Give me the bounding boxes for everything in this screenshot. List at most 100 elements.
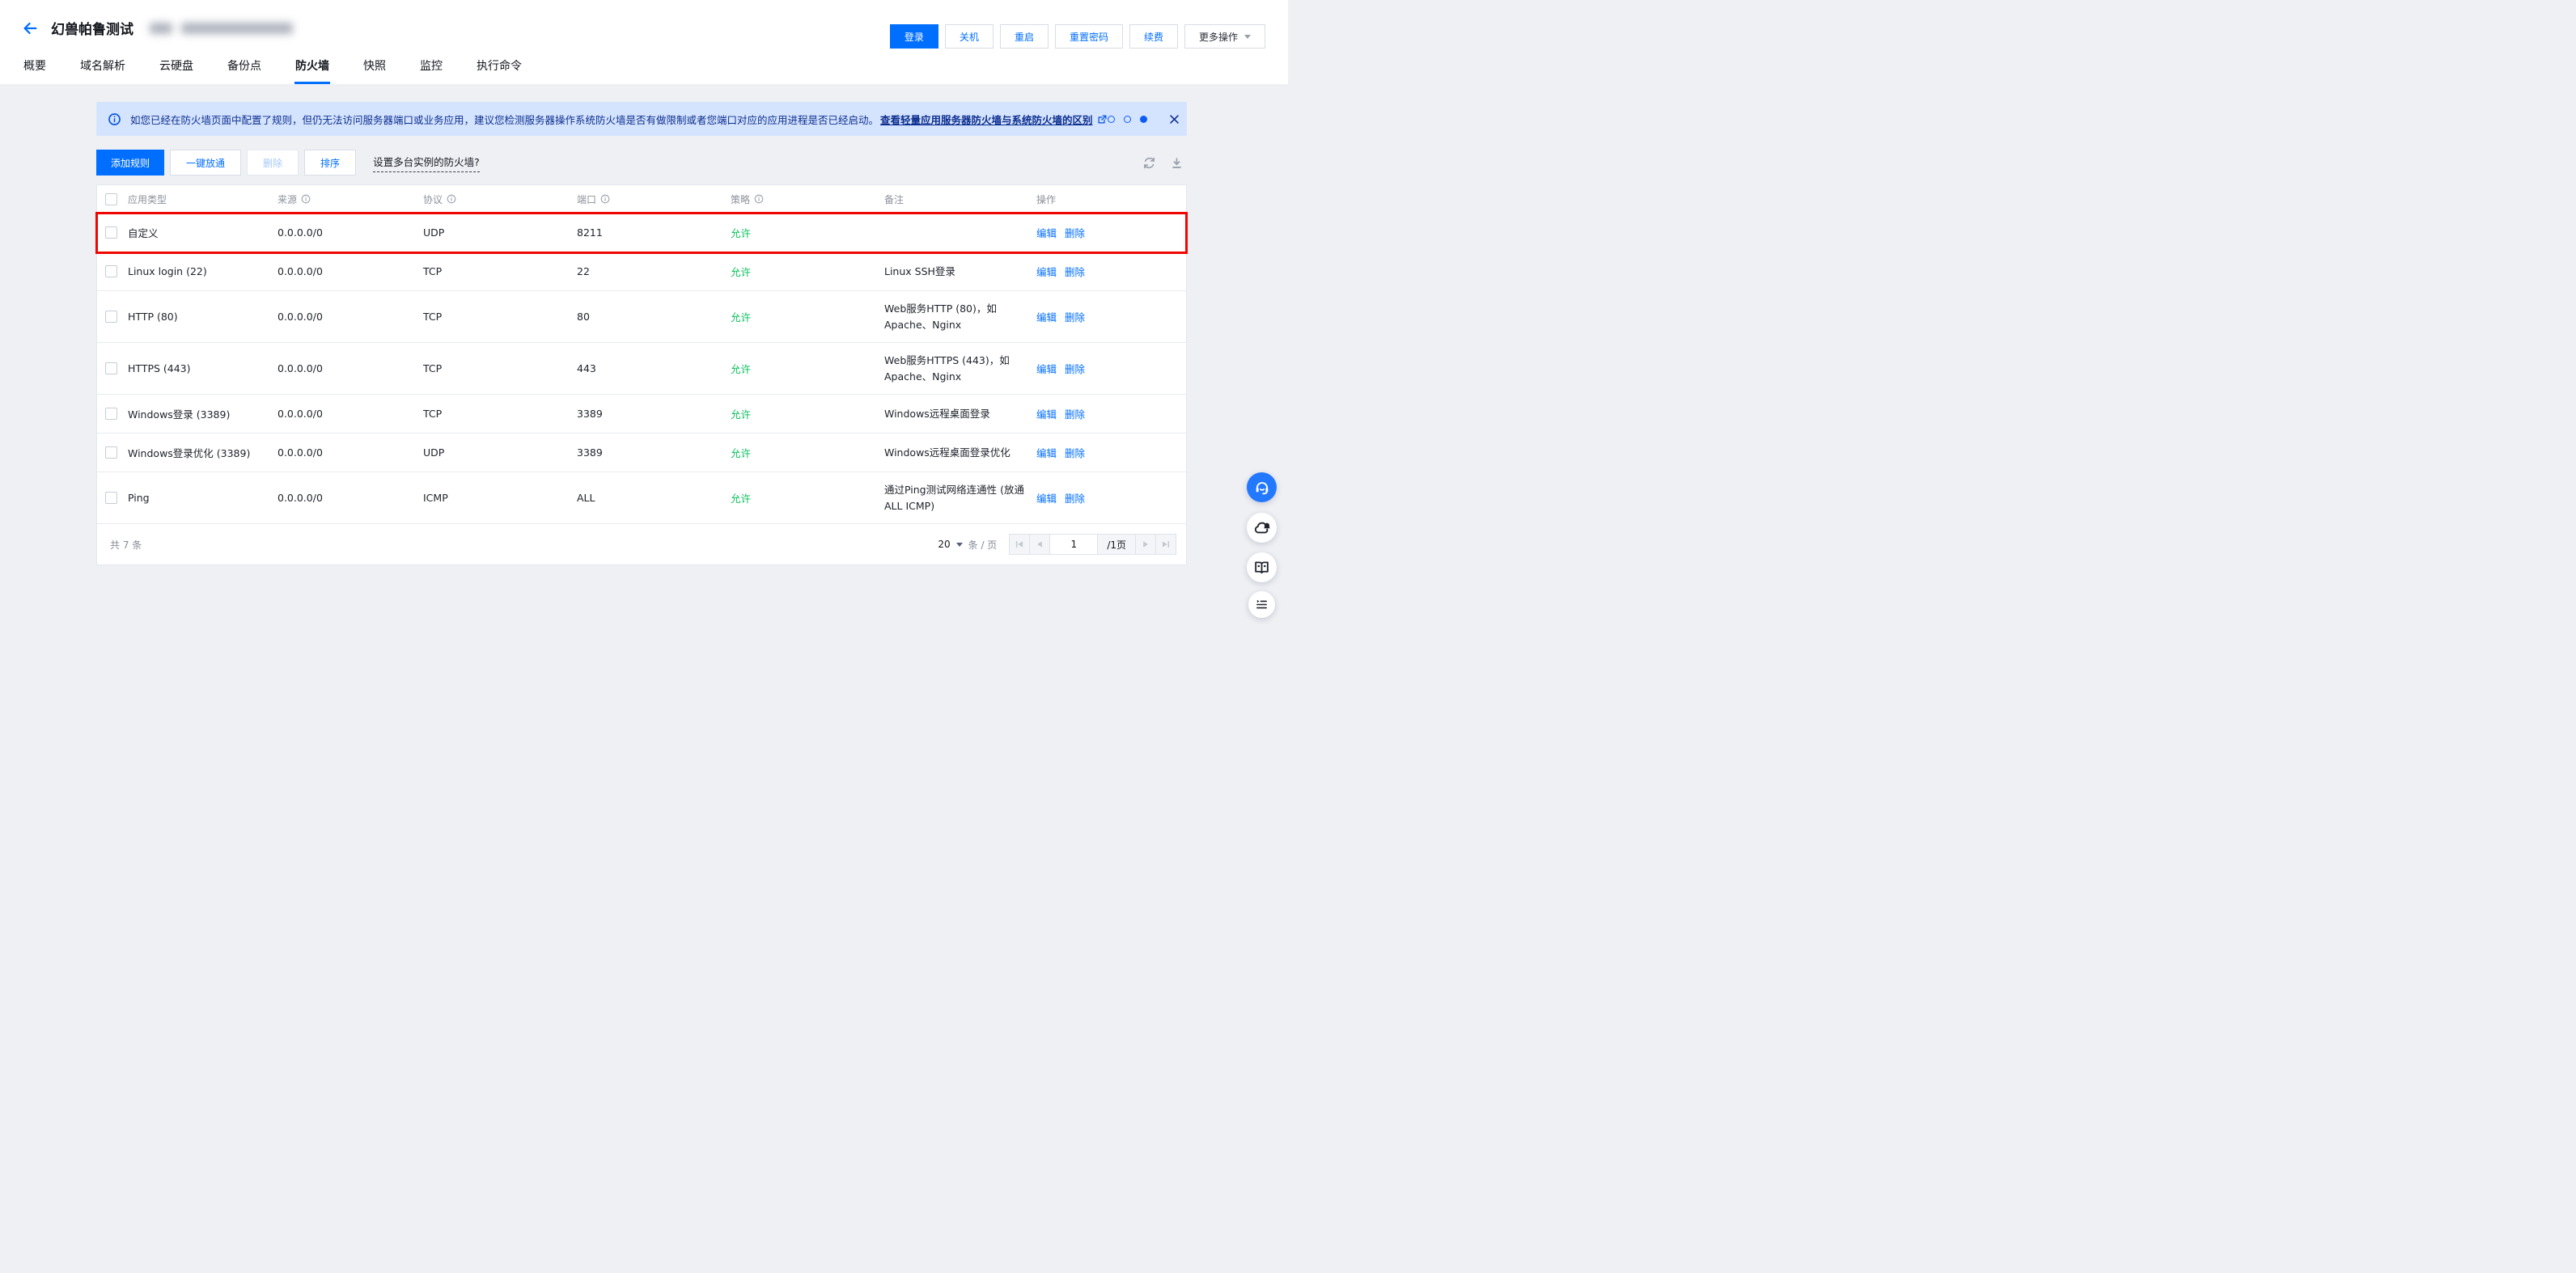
edit-link[interactable]: 编辑	[1036, 225, 1057, 240]
tab-snapshot[interactable]: 快照	[362, 57, 387, 84]
prev-page-button[interactable]	[1029, 534, 1050, 555]
table-row: HTTP (80)0.0.0.0/0TCP80允许Web服务HTTP (80)，…	[97, 291, 1186, 343]
delete-link[interactable]: 删除	[1065, 309, 1085, 324]
remark-cell: Windows远程桌面登录	[884, 406, 1036, 422]
tab-cloud-disk[interactable]: 云硬盘	[159, 57, 194, 84]
tab-command[interactable]: 执行命令	[476, 57, 523, 84]
page-input[interactable]	[1049, 534, 1098, 555]
total-count: 共 7 条	[110, 538, 142, 552]
row-checkbox-cell	[97, 492, 128, 504]
allow-all-button[interactable]: 一键放通	[170, 150, 241, 176]
row-checkbox[interactable]	[105, 226, 117, 239]
port-cell-text: ALL	[577, 492, 595, 504]
row-checkbox[interactable]	[105, 408, 117, 420]
column-header-label: 端口	[577, 192, 610, 206]
row-checkbox[interactable]	[105, 446, 117, 459]
select-all-checkbox[interactable]	[105, 193, 117, 205]
delete-link[interactable]: 删除	[1065, 225, 1085, 240]
info-icon	[301, 194, 311, 204]
row-checkbox[interactable]	[105, 311, 117, 323]
tab-dns[interactable]: 域名解析	[79, 57, 126, 84]
per-page-label: 条 / 页	[968, 538, 998, 552]
carousel-dot-1[interactable]	[1108, 116, 1115, 123]
login-button[interactable]: 登录	[890, 24, 938, 49]
last-page-button[interactable]	[1155, 534, 1176, 555]
delete-link[interactable]: 删除	[1065, 490, 1085, 505]
add-rule-button[interactable]: 添加规则	[96, 150, 164, 176]
row-checkbox-cell	[97, 311, 128, 323]
info-icon	[108, 112, 121, 126]
renew-button[interactable]: 续费	[1129, 24, 1178, 49]
cloud-bell-icon	[1253, 519, 1271, 537]
delete-link[interactable]: 删除	[1065, 361, 1085, 376]
actions-cell: 编辑删除	[1036, 225, 1186, 240]
column-header-text: 操作	[1036, 192, 1056, 206]
port-cell-text: 22	[577, 265, 590, 277]
column-header-label: 备注	[884, 192, 904, 206]
reset-password-button[interactable]: 重置密码	[1055, 24, 1123, 49]
tab-firewall[interactable]: 防火墙	[294, 57, 330, 84]
table-header-row: 应用类型来源协议端口策略备注操作	[97, 185, 1186, 214]
firewall-rules-table: 应用类型来源协议端口策略备注操作 自定义0.0.0.0/0UDP8211允许编辑…	[96, 184, 1187, 565]
tab-backup[interactable]: 备份点	[227, 57, 262, 84]
remark-text: Web服务HTTP (80)，如 Apache、Nginx	[884, 301, 997, 333]
toolbar: 添加规则 一键放通 删除 排序 设置多台实例的防火墙?	[96, 150, 1187, 176]
protocol-cell: ICMP	[423, 492, 577, 504]
support-fab[interactable]	[1247, 472, 1277, 502]
page-size-select[interactable]: 20 条 / 页	[938, 538, 997, 552]
policy-value: 允许	[731, 406, 751, 421]
back-button[interactable]	[21, 19, 39, 37]
multi-instance-firewall-hint[interactable]: 设置多台实例的防火墙?	[373, 154, 480, 172]
protocol-cell: UDP	[423, 446, 577, 459]
more-actions-button[interactable]: 更多操作	[1184, 24, 1265, 49]
tab-overview[interactable]: 概要	[23, 57, 47, 84]
delete-button[interactable]: 删除	[247, 150, 299, 176]
policy-value: 允许	[731, 309, 751, 324]
external-link-icon[interactable]	[1097, 114, 1108, 125]
delete-link[interactable]: 删除	[1065, 445, 1085, 460]
sort-button[interactable]: 排序	[304, 150, 356, 176]
protocol-cell: TCP	[423, 265, 577, 277]
shutdown-button[interactable]: 关机	[945, 24, 994, 49]
notifications-fab[interactable]	[1247, 513, 1277, 543]
app-type-cell-text: 自定义	[128, 225, 159, 240]
row-checkbox[interactable]	[105, 492, 117, 504]
next-page-icon	[1140, 539, 1151, 550]
delete-link[interactable]: 删除	[1065, 406, 1085, 421]
protocol-cell-text: TCP	[423, 362, 442, 374]
row-checkbox[interactable]	[105, 362, 117, 374]
port-cell: 8211	[577, 226, 731, 239]
edit-link[interactable]: 编辑	[1036, 309, 1057, 324]
info-icon	[754, 194, 764, 204]
row-checkbox[interactable]	[105, 265, 117, 277]
edit-link[interactable]: 编辑	[1036, 361, 1057, 376]
remark-text: Windows远程桌面登录优化	[884, 445, 1010, 461]
actions-cell: 编辑删除	[1036, 445, 1186, 460]
close-icon[interactable]	[1169, 114, 1180, 125]
carousel-dot-2[interactable]	[1124, 116, 1131, 123]
total-pages-label: /1页	[1097, 534, 1136, 555]
prev-page-icon	[1034, 539, 1045, 550]
edit-link[interactable]: 编辑	[1036, 264, 1057, 279]
first-page-button[interactable]	[1009, 534, 1030, 555]
protocol-cell-text: UDP	[423, 446, 444, 459]
edit-link[interactable]: 编辑	[1036, 445, 1057, 460]
edit-link[interactable]: 编辑	[1036, 406, 1057, 421]
edit-link[interactable]: 编辑	[1036, 490, 1057, 505]
documentation-fab[interactable]	[1247, 552, 1277, 582]
source-cell-text: 0.0.0.0/0	[278, 265, 323, 277]
banner-link[interactable]: 查看轻量应用服务器防火墙与系统防火墙的区别	[880, 112, 1093, 127]
restart-button[interactable]: 重启	[1000, 24, 1049, 49]
protocol-cell-text: ICMP	[423, 492, 448, 504]
protocol-cell-text: TCP	[423, 311, 442, 323]
arrow-left-icon	[21, 19, 39, 37]
carousel-dot-3[interactable]	[1140, 116, 1147, 123]
next-page-button[interactable]	[1135, 534, 1156, 555]
delete-link[interactable]: 删除	[1065, 264, 1085, 279]
feedback-fab[interactable]	[1248, 591, 1275, 618]
tab-monitor[interactable]: 监控	[419, 57, 443, 84]
download-button[interactable]	[1170, 156, 1184, 170]
source-cell-text: 0.0.0.0/0	[278, 408, 323, 420]
policy-value: 允许	[731, 445, 751, 460]
refresh-button[interactable]	[1142, 156, 1156, 170]
